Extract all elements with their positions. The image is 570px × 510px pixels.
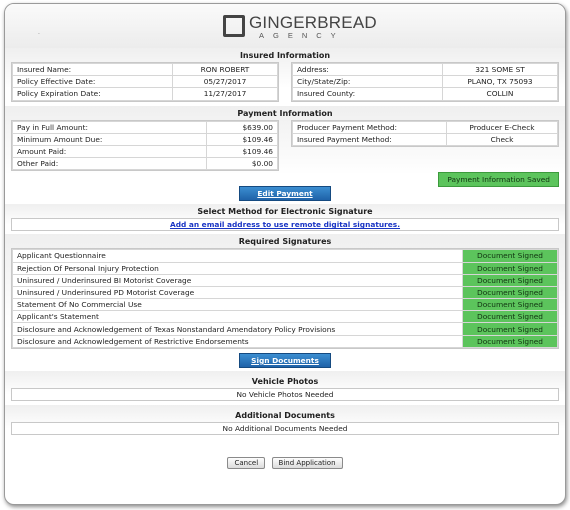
document-name: Uninsured / Underinsured PD Motorist Cov… (12, 285, 463, 300)
label: Amount Paid: (12, 144, 207, 159)
label: City/State/Zip: (292, 75, 443, 89)
label: Other Paid: (12, 157, 207, 171)
label: Policy Expiration Date: (12, 87, 173, 101)
table-row: Insured Payment Method: Check (292, 132, 558, 146)
additional-title: Additional Documents (235, 410, 335, 420)
insured-section: Insured Information Insured Name: RON ROB… (5, 48, 565, 106)
signed-status: Document Signed (462, 310, 558, 324)
table-row: Producer Payment Method: Producer E-Check (292, 120, 558, 134)
bind-application-button[interactable]: Bind Application (271, 456, 343, 469)
payment-left-table: Pay in Full Amount: $639.00 Minimum Amoun… (11, 119, 279, 172)
table-row: Uninsured / Underinsured PD Motorist Cov… (12, 285, 558, 300)
label: Minimum Amount Due: (12, 132, 207, 146)
value: Check (446, 132, 558, 146)
header-dot: · (38, 31, 40, 38)
table-row: Amount Paid: $109.46 (12, 144, 278, 159)
table-row: Applicant Questionnaire Document Signed (12, 249, 558, 263)
table-row: Statement Of No Commercial Use Document S… (12, 298, 558, 312)
value: 05/27/2017 (172, 75, 278, 89)
signed-status: Document Signed (462, 334, 558, 348)
insured-right-table: Address: 321 SOME ST City/State/Zip: PLANO… (291, 62, 559, 102)
esign-section: Select Method for Electronic Signature A… (5, 204, 565, 235)
logo-subtitle: AGENCY (259, 31, 345, 40)
label: Producer Payment Method: (292, 120, 447, 134)
document-name: Applicant's Statement (12, 310, 463, 324)
signatures-title: Required Signatures (238, 237, 332, 247)
signed-status: Document Signed (462, 285, 558, 300)
signed-status: Document Signed (462, 261, 558, 275)
esign-title: Select Method for Electronic Signature (197, 207, 373, 217)
agency-logo: GINGERBREAD AGENCY (223, 13, 377, 40)
value: $109.46 (206, 144, 278, 159)
payment-section: Payment Information Pay in Full Amount: $… (5, 105, 565, 205)
photos-section: Vehicle Photos No Vehicle Photos Needed (5, 370, 565, 405)
application-window: · GINGERBREAD AGENCY Insured Information… (4, 3, 566, 505)
document-name: Applicant Questionnaire (12, 249, 463, 263)
document-name: Statement Of No Commercial Use (12, 298, 463, 312)
signatures-table: Applicant Questionnaire Document Signed R… (11, 248, 559, 349)
insured-left-table: Insured Name: RON ROBERT Policy Effective… (11, 62, 279, 102)
table-row: Insured Name: RON ROBERT (12, 62, 278, 77)
signed-status: Document Signed (462, 322, 558, 336)
document-name: Disclosure and Acknowledgement of Texas … (12, 322, 463, 336)
logo-square-icon (223, 15, 245, 37)
footer-actions: Cancel Bind Application (5, 456, 565, 469)
edit-payment-button[interactable]: Edit Payment (239, 186, 331, 202)
table-row: Disclosure and Acknowledgement of Restri… (12, 334, 558, 348)
label: Address: (292, 62, 443, 77)
value: Producer E-Check (446, 120, 558, 134)
table-row: Applicant's Statement Document Signed (12, 310, 558, 324)
additional-message: No Additional Documents Needed (11, 421, 559, 435)
header: · GINGERBREAD AGENCY (5, 4, 565, 48)
table-row: Uninsured / Underinsured BI Motorist Cov… (12, 273, 558, 287)
document-name: Rejection Of Personal Injury Protection (12, 261, 463, 275)
value: $0.00 (206, 157, 278, 171)
payment-right-table: Producer Payment Method: Producer E-Check… (291, 119, 559, 147)
photos-title: Vehicle Photos (251, 376, 319, 386)
additional-section: Additional Documents No Additional Docum… (5, 404, 565, 439)
table-row: Policy Effective Date: 05/27/2017 (12, 75, 278, 89)
signed-status: Document Signed (462, 273, 558, 287)
sign-documents-button[interactable]: Sign Documents (239, 352, 331, 368)
table-row: Pay in Full Amount: $639.00 (12, 120, 278, 134)
add-email-link[interactable]: Add an email address to use remote digit… (170, 220, 400, 229)
table-row: Other Paid: $0.00 (12, 157, 278, 171)
signatures-section: Required Signatures Applicant Questionna… (5, 234, 565, 371)
signed-status: Document Signed (462, 249, 558, 263)
label: Pay in Full Amount: (12, 120, 207, 134)
table-row: Policy Expiration Date: 11/27/2017 (12, 87, 278, 101)
label: Policy Effective Date: (12, 75, 173, 89)
document-name: Disclosure and Acknowledgement of Restri… (12, 334, 463, 348)
value: 11/27/2017 (172, 87, 278, 101)
label: Insured Name: (12, 62, 173, 77)
value: $109.46 (206, 132, 278, 146)
table-row: City/State/Zip: PLANO, TX 75093 (292, 75, 558, 89)
table-row: Disclosure and Acknowledgement of Texas … (12, 322, 558, 336)
table-row: Rejection Of Personal Injury Protection D… (12, 261, 558, 275)
table-row: Insured County: COLLIN (292, 87, 558, 101)
value: COLLIN (442, 87, 558, 101)
value: 321 SOME ST (442, 62, 558, 77)
value: RON ROBERT (172, 62, 278, 77)
table-row: Minimum Amount Due: $109.46 (12, 132, 278, 146)
logo-title: GINGERBREAD (249, 13, 377, 32)
insured-title: Insured Information (239, 51, 331, 60)
signed-status: Document Signed (462, 298, 558, 312)
esign-link-box: Add an email address to use remote digit… (11, 218, 559, 232)
label: Insured Payment Method: (292, 132, 447, 146)
cancel-button[interactable]: Cancel (227, 456, 266, 469)
value: PLANO, TX 75093 (442, 75, 558, 89)
payment-title: Payment Information (237, 108, 333, 118)
payment-saved-badge: Payment Information Saved (438, 172, 559, 188)
label: Insured County: (292, 87, 443, 101)
value: $639.00 (206, 120, 278, 134)
table-row: Address: 321 SOME ST (292, 62, 558, 77)
document-name: Uninsured / Underinsured BI Motorist Cov… (12, 273, 463, 287)
photos-message: No Vehicle Photos Needed (11, 387, 559, 401)
